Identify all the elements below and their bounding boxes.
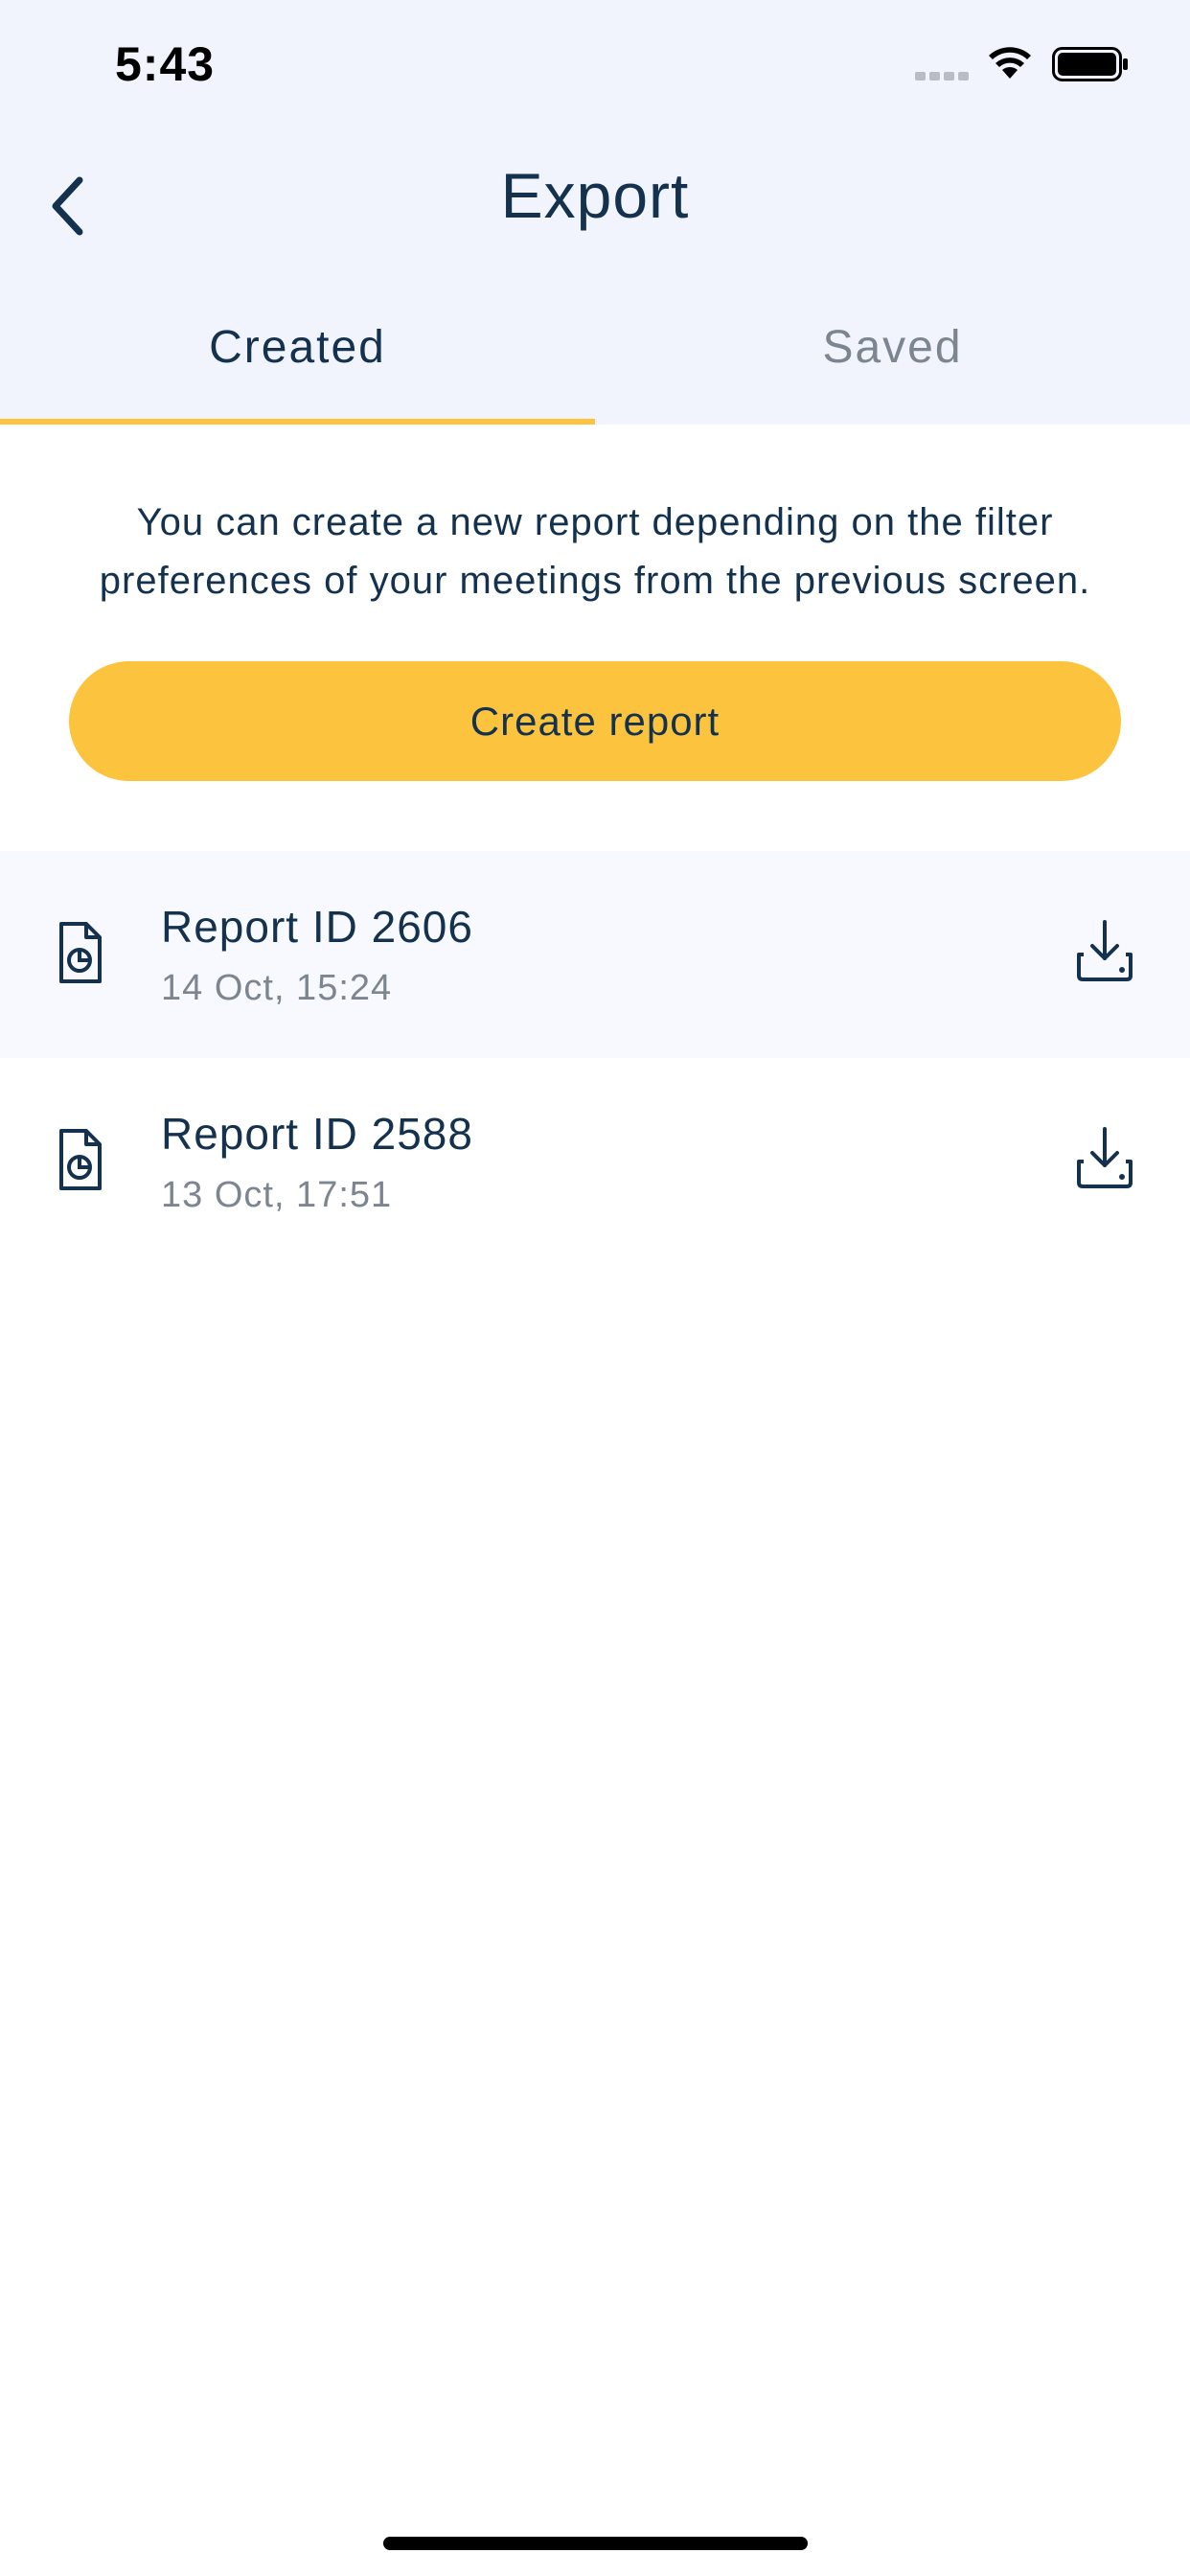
status-bar-time: 5:43: [115, 37, 216, 91]
report-list: Report ID 2606 14 Oct, 15:24 Report ID 2…: [0, 851, 1190, 1265]
report-row[interactable]: Report ID 2588 13 Oct, 17:51: [0, 1058, 1190, 1265]
wifi-icon: [989, 47, 1031, 79]
report-title: Report ID 2606: [161, 902, 473, 952]
report-date: 14 Oct, 15:24: [161, 968, 393, 1008]
report-title: Report ID 2588: [161, 1109, 473, 1159]
report-row[interactable]: Report ID 2606 14 Oct, 15:24: [0, 851, 1190, 1058]
report-file-icon: [59, 922, 102, 983]
report-description: You can create a new report depending on…: [99, 501, 1091, 602]
tab-created[interactable]: Created: [0, 321, 595, 374]
battery-icon: [1052, 47, 1128, 81]
report-date: 13 Oct, 17:51: [161, 1175, 393, 1215]
tab-saved[interactable]: Saved: [595, 321, 1190, 374]
download-icon[interactable]: [1071, 1125, 1138, 1192]
active-tab-indicator: [0, 419, 595, 425]
create-report-button[interactable]: Create report: [69, 661, 1121, 781]
report-file-icon: [59, 1129, 102, 1190]
page-title: Export: [500, 160, 690, 231]
signal-icon: [915, 72, 969, 80]
header: 5:43 Export Created Saved: [0, 0, 1190, 425]
home-indicator: [383, 2537, 808, 2550]
download-icon[interactable]: [1071, 918, 1138, 985]
